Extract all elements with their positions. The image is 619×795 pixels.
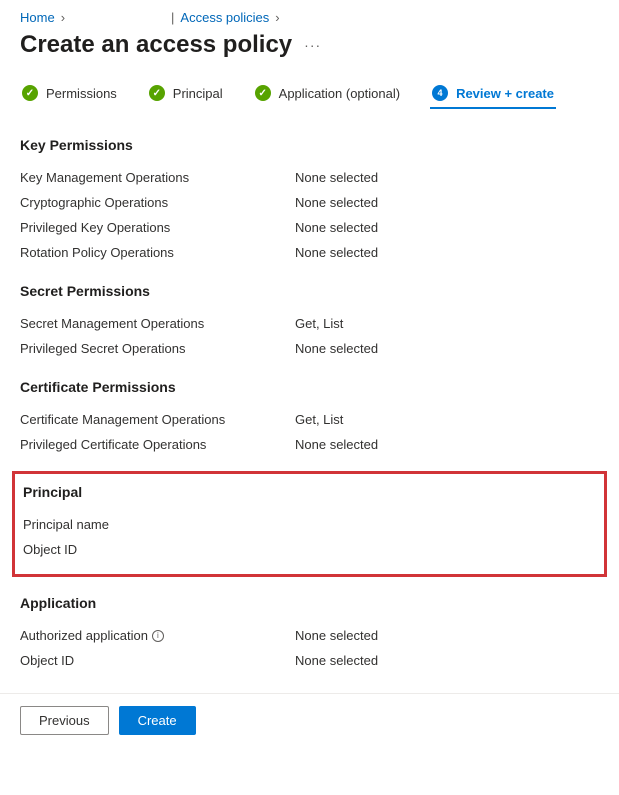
create-button[interactable]: Create [119,706,196,735]
row-label: Secret Management Operations [20,316,295,331]
row-value: None selected [295,653,378,668]
row-label: Cryptographic Operations [20,195,295,210]
section-title-principal: Principal [23,484,596,500]
section-title-application: Application [20,595,599,611]
tab-application[interactable]: ✓ Application (optional) [253,79,402,109]
row-value: None selected [295,195,378,210]
row-rotation-policy: Rotation Policy Operations None selected [20,240,599,265]
row-cryptographic: Cryptographic Operations None selected [20,190,599,215]
breadcrumb: Home › | Access policies › [20,10,599,25]
breadcrumb-divider: | [171,10,174,25]
footer: Previous Create [0,693,619,747]
row-cert-management: Certificate Management Operations Get, L… [20,407,599,432]
row-value: Get, List [295,316,343,331]
row-label: Privileged Key Operations [20,220,295,235]
wizard-tabs: ✓ Permissions ✓ Principal ✓ Application … [20,79,599,109]
row-label: Principal name [23,517,298,532]
previous-button[interactable]: Previous [20,706,109,735]
row-label-text: Authorized application [20,628,148,643]
row-secret-management: Secret Management Operations Get, List [20,311,599,336]
section-title-key: Key Permissions [20,137,599,153]
row-principal-name: Principal name [23,512,596,537]
row-privileged-key: Privileged Key Operations None selected [20,215,599,240]
section-title-secret: Secret Permissions [20,283,599,299]
row-label: Authorized application i [20,628,295,643]
section-title-cert: Certificate Permissions [20,379,599,395]
row-value: None selected [295,245,378,260]
breadcrumb-access-policies[interactable]: Access policies [180,10,269,25]
row-label: Privileged Certificate Operations [20,437,295,452]
row-value: None selected [295,628,378,643]
chevron-right-icon: › [61,10,65,25]
more-icon[interactable]: ··· [304,37,321,53]
page-title: Create an access policy [20,31,292,59]
row-privileged-cert: Privileged Certificate Operations None s… [20,432,599,457]
row-principal-object-id: Object ID [23,537,596,562]
check-icon: ✓ [22,85,38,101]
row-value: None selected [295,220,378,235]
row-label: Object ID [20,653,295,668]
row-privileged-secret: Privileged Secret Operations None select… [20,336,599,361]
info-icon[interactable]: i [152,630,164,642]
row-authorized-app: Authorized application i None selected [20,623,599,648]
tab-review-create[interactable]: 4 Review + create [430,79,556,109]
check-icon: ✓ [255,85,271,101]
tab-permissions[interactable]: ✓ Permissions [20,79,119,109]
row-value: None selected [295,170,378,185]
row-label: Object ID [23,542,298,557]
principal-highlight-box: Principal Principal name Object ID [12,471,607,577]
row-value: Get, List [295,412,343,427]
step-number-icon: 4 [432,85,448,101]
row-label: Rotation Policy Operations [20,245,295,260]
check-icon: ✓ [149,85,165,101]
row-label: Privileged Secret Operations [20,341,295,356]
chevron-right-icon: › [275,10,279,25]
page-title-row: Create an access policy ··· [20,31,599,59]
row-key-management: Key Management Operations None selected [20,165,599,190]
row-value: None selected [295,437,378,452]
row-label: Certificate Management Operations [20,412,295,427]
row-label: Key Management Operations [20,170,295,185]
row-app-object-id: Object ID None selected [20,648,599,673]
row-value: None selected [295,341,378,356]
tab-principal[interactable]: ✓ Principal [147,79,225,109]
breadcrumb-home[interactable]: Home [20,10,55,25]
